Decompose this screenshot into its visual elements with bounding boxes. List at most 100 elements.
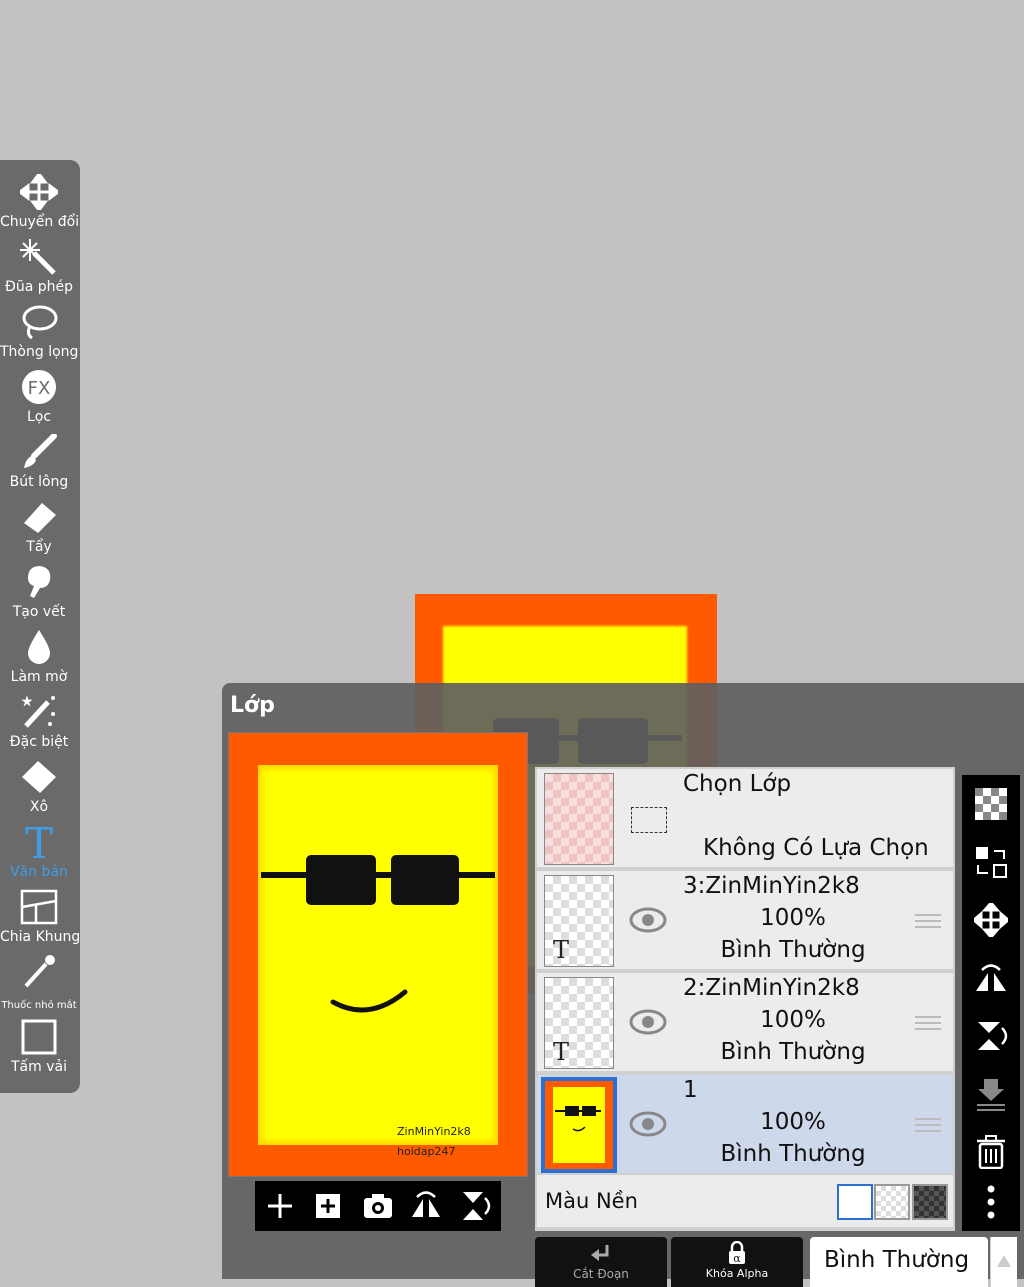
chevron-up-icon	[997, 1255, 1011, 1267]
tool-text[interactable]: T Văn bản	[0, 822, 78, 886]
layer-opacity: 100%	[760, 905, 826, 931]
layer-blend-mode: Bình Thường	[720, 1141, 866, 1167]
background-dark-swatch[interactable]	[912, 1184, 948, 1220]
tool-canvas[interactable]: Tấm vải	[0, 1017, 78, 1081]
canvas-icon	[21, 1019, 57, 1055]
brush-icon	[24, 434, 57, 468]
preview-watermark: hoidap247	[397, 1145, 456, 1158]
drag-handle-icon[interactable]	[915, 1015, 941, 1031]
tool-transform[interactable]: Chuyển đổi	[0, 172, 80, 236]
tool-brush[interactable]: Bút lông	[0, 432, 78, 496]
tool-label: Tạo vết	[12, 604, 66, 620]
frame-divider-icon	[20, 889, 58, 925]
tool-label: Đặc biệt	[9, 734, 69, 750]
tool-label: Tẩy	[26, 539, 52, 555]
bucket-icon	[22, 761, 56, 793]
layer-name: 3:ZinMinYin2k8	[683, 873, 860, 899]
lock-icon: α	[729, 1241, 745, 1265]
selection-layer-row[interactable]: Chọn Lớp Không Có Lựa Chọn	[537, 769, 953, 867]
blur-drop-icon	[28, 630, 50, 664]
tool-label: Bút lông	[9, 474, 69, 490]
more-options-icon[interactable]	[974, 1185, 1008, 1219]
lasso-icon	[22, 305, 58, 340]
tool-magic-wand[interactable]: Đũa phép	[0, 237, 78, 301]
tool-label: Làm mờ	[10, 669, 68, 685]
panel-title: Lớp	[230, 693, 275, 718]
tool-label: Văn bản	[10, 864, 68, 880]
tool-label: Thuốc nhỏ mắt	[1, 1000, 77, 1011]
swap-layer-icon[interactable]	[974, 845, 1008, 879]
flip-horizontal-icon[interactable]	[409, 1189, 443, 1223]
layer-blend-mode: Bình Thường	[720, 1039, 866, 1065]
tool-label: Tấm vải	[11, 1059, 67, 1075]
alpha-lock-button[interactable]: α Khóa Alpha	[671, 1237, 803, 1287]
layer-row[interactable]: T 2:ZinMinYin2k8 100% Bình Thường	[537, 973, 953, 1071]
tool-eraser[interactable]: Tẩy	[0, 497, 78, 561]
background-transparent-swatch[interactable]	[874, 1184, 910, 1220]
blend-mode-select[interactable]: Bình Thường	[810, 1237, 988, 1287]
clip-arrow-icon	[591, 1245, 609, 1261]
selection-dashed-icon	[631, 807, 667, 833]
fx-icon: FX	[22, 370, 56, 404]
alpha-lock-label: Khóa Alpha	[705, 1267, 769, 1280]
camera-icon[interactable]	[361, 1189, 395, 1223]
layer-blend-mode: Bình Thường	[720, 937, 866, 963]
flip-horizontal-icon[interactable]	[974, 961, 1008, 995]
clipping-button[interactable]: Cắt Đoạn	[535, 1237, 667, 1287]
move-layer-icon[interactable]	[974, 903, 1008, 937]
smudge-icon	[28, 566, 51, 598]
layer-opacity: 100%	[760, 1007, 826, 1033]
tool-blur[interactable]: Làm mờ	[0, 627, 78, 691]
add-layer-icon[interactable]	[263, 1189, 297, 1223]
tool-label: Thòng lọng	[0, 344, 79, 360]
svg-text:FX: FX	[28, 378, 51, 399]
selection-thumbnail	[544, 773, 614, 865]
tool-label: Lọc	[26, 409, 52, 425]
layer-name: 2:ZinMinYin2k8	[683, 975, 860, 1001]
tool-bar: Chuyển đổi Đũa phép Thòng lọng FX Lọc Bú…	[0, 160, 80, 1093]
blend-mode-toggle[interactable]	[990, 1237, 1017, 1287]
tool-special[interactable]: Đặc biệt	[0, 692, 78, 756]
layer-row-selected[interactable]: 1 100% Bình Thường	[537, 1075, 953, 1173]
layer-name: 1	[683, 1077, 698, 1103]
blend-mode-value: Bình Thường	[824, 1247, 970, 1273]
svg-text:α: α	[733, 1252, 741, 1265]
layer-opacity: 100%	[760, 1109, 826, 1135]
background-color-label: Màu Nền	[545, 1189, 638, 1213]
sunglasses-drawing	[261, 855, 495, 905]
layer-action-bar	[962, 775, 1020, 1231]
layer-panel: Lớp ZinMinYin2k8 hoidap247 Chọn Lớp Khôn…	[222, 683, 1024, 1287]
tool-eyedropper[interactable]: Thuốc nhỏ mắt	[0, 952, 78, 1016]
move-icon	[20, 174, 58, 210]
text-icon: T	[25, 824, 53, 860]
add-layer-copy-icon[interactable]	[311, 1189, 345, 1223]
selection-status: Không Có Lựa Chọn	[703, 835, 929, 861]
merge-down-icon[interactable]	[974, 1077, 1008, 1111]
tool-smudge[interactable]: Tạo vết	[0, 562, 78, 626]
drag-handle-icon[interactable]	[915, 913, 941, 929]
tool-filter[interactable]: FX Lọc	[0, 367, 78, 431]
layer-list: Chọn Lớp Không Có Lựa Chọn T 3:ZinMinYin…	[535, 767, 955, 1231]
background-white-swatch[interactable]	[837, 1184, 873, 1220]
flip-vertical-icon[interactable]	[974, 1019, 1008, 1053]
layer-row[interactable]: T 3:ZinMinYin2k8 100% Bình Thường	[537, 871, 953, 969]
selection-layer-title: Chọn Lớp	[683, 771, 792, 797]
background-color-row: Màu Nền	[537, 1175, 953, 1227]
eyedropper-icon	[24, 955, 55, 988]
flip-vertical-icon[interactable]	[457, 1189, 491, 1223]
preview-signature: ZinMinYin2k8	[397, 1125, 471, 1138]
canvas-preview: ZinMinYin2k8 hoidap247	[228, 732, 528, 1177]
transparency-grid-icon[interactable]	[974, 787, 1008, 821]
tool-label: Chia Khung	[0, 929, 81, 945]
special-wand-icon	[21, 695, 55, 728]
drag-handle-icon[interactable]	[915, 1117, 941, 1133]
tool-frame-divider[interactable]: Chia Khung	[0, 887, 81, 951]
magic-wand-icon	[20, 239, 56, 275]
svg-text:T: T	[25, 824, 53, 860]
tool-lasso[interactable]: Thòng lọng	[0, 302, 78, 366]
tool-label: Chuyển đổi	[0, 214, 80, 230]
tool-label: Xô	[29, 799, 49, 815]
trash-icon[interactable]	[974, 1135, 1008, 1169]
tool-bucket[interactable]: Xô	[0, 757, 78, 821]
smile-drawing	[330, 989, 408, 1013]
